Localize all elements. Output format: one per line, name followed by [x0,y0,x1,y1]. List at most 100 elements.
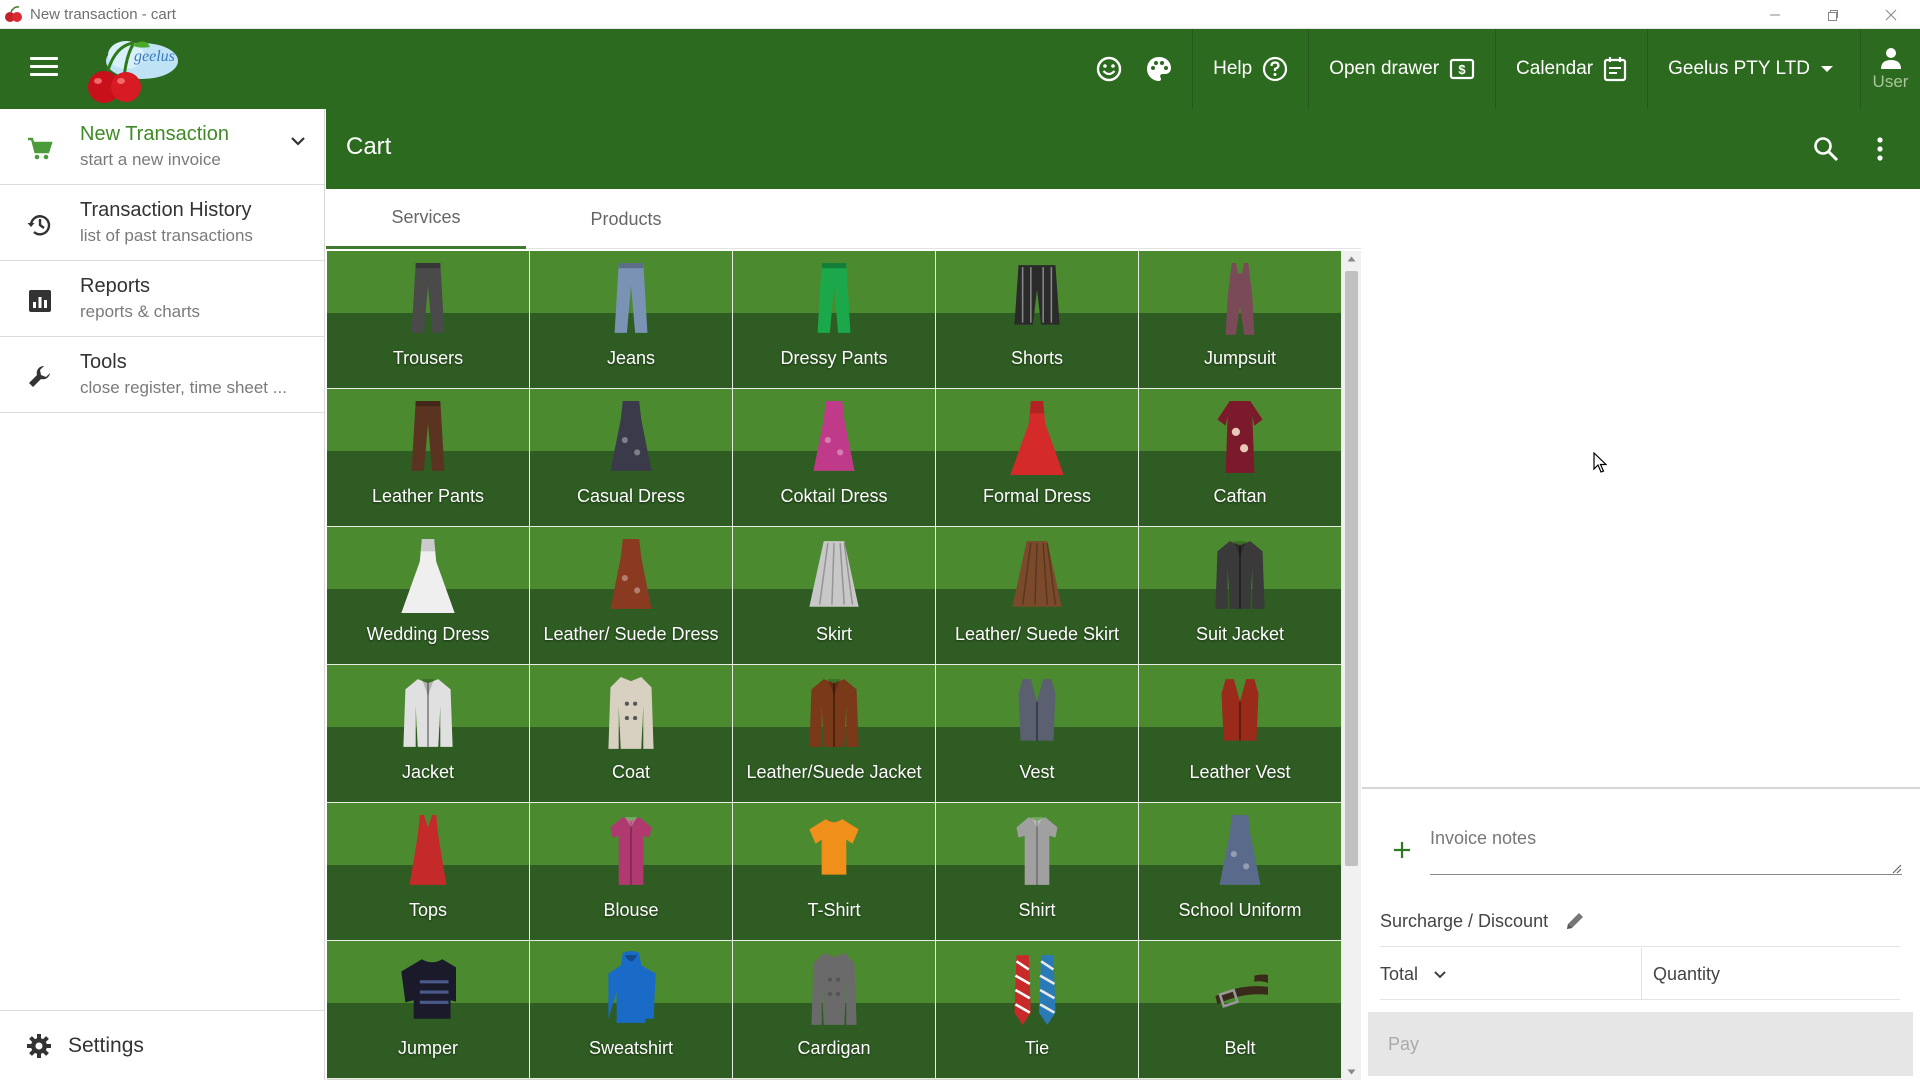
tile-label: Cardigan [797,1038,871,1059]
service-tile-t-shirt[interactable]: T-Shirt [733,803,936,941]
dropdown-arrow-icon [1820,64,1834,74]
service-tile-coat[interactable]: Coat [530,665,733,803]
jeans-image [614,263,648,333]
surcharge-discount-button[interactable]: Surcharge / Discount [1380,910,1586,932]
feedback-button[interactable] [1084,29,1134,109]
search-icon[interactable] [1812,135,1840,163]
service-tile-shorts[interactable]: Shorts [936,251,1139,389]
smiley-icon [1096,56,1122,82]
grid-scrollbar[interactable] [1342,251,1361,1080]
service-tile-belt[interactable]: Belt [1139,941,1342,1079]
close-button[interactable] [1862,0,1920,29]
service-tile-sweatshirt[interactable]: Sweatshirt [530,941,733,1079]
service-tile-skirt[interactable]: Skirt [733,527,936,665]
sweatshirt-image [608,951,656,1023]
service-tile-jeans[interactable]: Jeans [530,251,733,389]
service-tile-suit-jacket[interactable]: Suit Jacket [1139,527,1342,665]
resize-handle-icon[interactable] [1890,862,1902,874]
caftan-image [1217,401,1263,473]
coat-image [608,677,654,749]
service-tile-blouse[interactable]: Blouse [530,803,733,941]
tile-label: Casual Dress [576,486,686,507]
settings-button[interactable]: Settings [0,1010,325,1080]
tile-label: Leather/Suede Jacket [746,762,922,783]
sidebar-item-reports[interactable]: Reports reports & charts [0,261,324,337]
service-tile-jumper[interactable]: Jumper [327,941,530,1079]
tile-label: Shorts [1010,348,1064,369]
tab-products[interactable]: Products [526,189,726,249]
restore-button[interactable] [1804,0,1862,29]
service-tile-leather-vest[interactable]: Leather Vest [1139,665,1342,803]
service-grid: Trousers Jeans Dressy Pants Shorts Jumpsuit L… [327,251,1342,1080]
service-tile-trousers[interactable]: Trousers [327,251,530,389]
totals-row: Total Quantity [1380,948,1900,1000]
minimize-button[interactable] [1746,0,1804,29]
shirt-image [1016,817,1058,885]
tile-label: Belt [1224,1038,1256,1059]
pay-button[interactable]: Pay [1368,1012,1913,1076]
sidebar-item-subtitle: close register, time sheet ... [80,378,287,397]
service-tile-tie[interactable]: Tie [936,941,1139,1079]
tab-services[interactable]: Services [326,189,526,249]
wrench-icon [29,366,50,387]
leather-suede-dress-image [610,539,652,609]
settings-label: Settings [68,1033,144,1057]
sidebar: New Transaction start a new invoice Tran… [0,109,325,1080]
service-tile-jumpsuit[interactable]: Jumpsuit [1139,251,1342,389]
scrollbar-thumb[interactable] [1345,271,1358,866]
tops-image [409,815,447,885]
open-drawer-button[interactable]: Open drawer $ [1308,29,1495,109]
service-tile-caftan[interactable]: Caftan [1139,389,1342,527]
sidebar-item-title: Tools [80,351,127,373]
total-toggle[interactable]: Total [1380,964,1448,985]
notes-underline [1430,874,1902,875]
more-vertical-icon[interactable] [1876,135,1884,163]
service-tile-coktail-dress[interactable]: Coktail Dress [733,389,936,527]
scroll-down-arrow-icon[interactable] [1342,1064,1361,1080]
invoice-notes-field[interactable]: Invoice notes [1392,820,1902,876]
service-tile-vest[interactable]: Vest [936,665,1139,803]
surcharge-divider [1380,946,1900,947]
service-tile-cardigan[interactable]: Cardigan [733,941,936,1079]
service-tile-dressy-pants[interactable]: Dressy Pants [733,251,936,389]
chevron-down-icon[interactable] [288,131,308,151]
cherry-app-icon [5,6,22,22]
service-tile-formal-dress[interactable]: Formal Dress [936,389,1139,527]
service-tile-shirt[interactable]: Shirt [936,803,1139,941]
service-tile-school-uniform[interactable]: School Uniform [1139,803,1342,941]
leather-suede-jacket-image [809,679,859,747]
calendar-button[interactable]: Calendar [1495,29,1647,109]
restore-icon [1828,9,1838,21]
tile-label: Leather Vest [1189,762,1291,783]
service-tile-jacket[interactable]: Jacket [327,665,530,803]
app-window: New transaction - cart geelus Help Open … [0,0,1920,1080]
tie-image [1014,955,1056,1025]
sidebar-item-tools[interactable]: Tools close register, time sheet ... [0,337,324,413]
help-button[interactable]: Help [1192,29,1308,109]
invoice-notes-placeholder: Invoice notes [1430,828,1537,848]
service-tile-wedding-dress[interactable]: Wedding Dress [327,527,530,665]
mouse-cursor-icon [1593,452,1607,473]
blouse-image [610,817,652,885]
sidebar-item-subtitle: list of past transactions [80,226,253,245]
sidebar-item-transaction-history[interactable]: Transaction History list of past transac… [0,185,324,261]
service-tile-leather-suede-dress[interactable]: Leather/ Suede Dress [530,527,733,665]
gear-icon [27,1033,51,1058]
totals-separator [1641,948,1642,1000]
service-tile-leather-suede-skirt[interactable]: Leather/ Suede Skirt [936,527,1139,665]
add-icon[interactable] [1392,840,1412,860]
company-selector[interactable]: Geelus PTY LTD [1647,29,1854,109]
scroll-up-arrow-icon[interactable] [1342,251,1361,267]
leather-suede-skirt-image [1012,541,1062,607]
service-tile-leather-suede-jacket[interactable]: Leather/Suede Jacket [733,665,936,803]
history-icon [27,215,51,236]
user-button[interactable]: User [1860,29,1920,109]
menu-button[interactable] [30,57,58,81]
sidebar-item-new-transaction[interactable]: New Transaction start a new invoice [0,109,324,185]
tile-label: Suit Jacket [1195,624,1285,645]
service-tile-casual-dress[interactable]: Casual Dress [530,389,733,527]
service-tile-leather-pants[interactable]: Leather Pants [327,389,530,527]
theme-button[interactable] [1134,29,1184,109]
service-tile-tops[interactable]: Tops [327,803,530,941]
user-icon [1880,48,1901,69]
